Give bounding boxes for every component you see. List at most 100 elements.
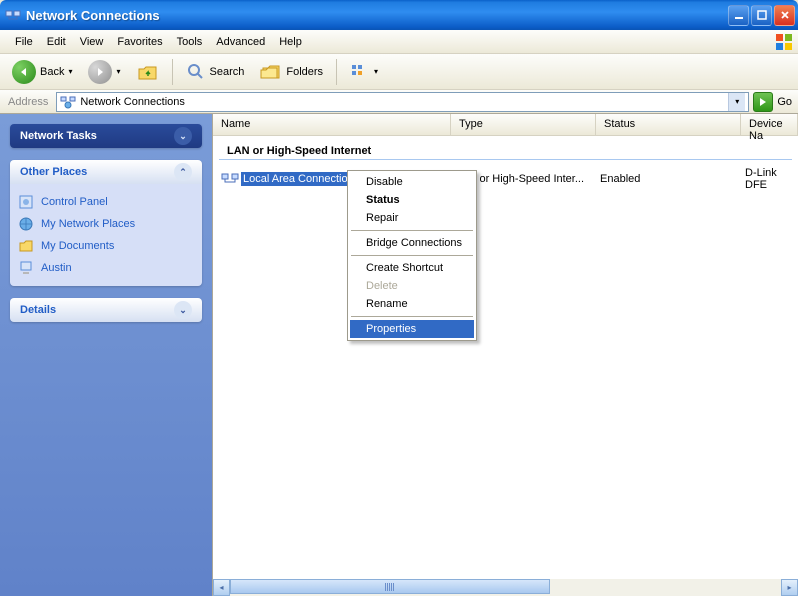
menu-item-properties[interactable]: Properties — [350, 320, 474, 338]
sidebar-link-control-panel[interactable]: Control Panel — [18, 194, 194, 210]
panel-details: Details ⌄ — [10, 298, 202, 322]
minimize-button[interactable] — [728, 5, 749, 26]
folder-icon — [18, 238, 34, 254]
main-content: Name Type Status Device Na LAN or High-S… — [212, 114, 798, 596]
chevron-down-icon: ⌄ — [174, 127, 192, 145]
column-device[interactable]: Device Na — [741, 114, 798, 135]
address-value: Network Connections — [80, 96, 185, 108]
panel-title: Details — [20, 304, 56, 316]
menu-file[interactable]: File — [8, 33, 40, 51]
back-label: Back — [40, 66, 64, 78]
column-status[interactable]: Status — [596, 114, 741, 135]
panel-title: Network Tasks — [20, 130, 97, 142]
menu-edit[interactable]: Edit — [40, 33, 73, 51]
views-button[interactable]: ▾ — [344, 59, 384, 85]
search-button[interactable]: Search — [180, 58, 251, 86]
link-label: Control Panel — [41, 196, 108, 208]
menu-advanced[interactable]: Advanced — [209, 33, 272, 51]
menu-item-bridge[interactable]: Bridge Connections — [350, 234, 474, 252]
menu-help[interactable]: Help — [272, 33, 309, 51]
separator — [336, 59, 337, 85]
address-dropdown-button[interactable]: ▾ — [728, 93, 745, 111]
menu-item-delete: Delete — [350, 277, 474, 295]
network-adapter-icon — [221, 171, 239, 187]
network-places-icon — [18, 216, 34, 232]
connection-status: Enabled — [600, 173, 745, 185]
forward-arrow-icon — [88, 60, 112, 84]
panel-title: Other Places — [20, 166, 87, 178]
go-label: Go — [777, 96, 794, 108]
menu-item-status[interactable]: Status — [350, 191, 474, 209]
window-title: Network Connections — [26, 8, 728, 23]
chevron-down-icon: ▾ — [68, 67, 72, 76]
menu-item-rename[interactable]: Rename — [350, 295, 474, 313]
menu-separator — [351, 230, 473, 231]
close-button[interactable] — [774, 5, 795, 26]
folders-button[interactable]: Folders — [254, 58, 329, 86]
menu-item-disable[interactable]: Disable — [350, 173, 474, 191]
titlebar: Network Connections — [0, 0, 798, 30]
panel-body: Control Panel My Network Places My Docum… — [10, 184, 202, 286]
connection-name: Local Area Connection — [241, 172, 356, 186]
up-button[interactable] — [131, 58, 165, 86]
folders-label: Folders — [286, 66, 323, 78]
scrollbar-track[interactable] — [230, 579, 781, 596]
sidebar-link-computer[interactable]: Austin — [18, 260, 194, 276]
back-arrow-icon — [12, 60, 36, 84]
panel-header[interactable]: Details ⌄ — [10, 298, 202, 322]
views-icon — [350, 63, 370, 81]
address-input[interactable]: Network Connections ▾ — [56, 92, 749, 112]
search-label: Search — [210, 66, 245, 78]
chevron-down-icon: ⌄ — [174, 301, 192, 319]
scroll-left-button[interactable]: ◂ — [213, 579, 230, 596]
control-panel-icon — [18, 194, 34, 210]
forward-button[interactable]: ▾ — [82, 56, 126, 88]
sidebar-link-my-documents[interactable]: My Documents — [18, 238, 194, 254]
maximize-button[interactable] — [751, 5, 772, 26]
group-title: LAN or High-Speed Internet — [219, 140, 792, 160]
menu-item-create-shortcut[interactable]: Create Shortcut — [350, 259, 474, 277]
folder-up-icon — [137, 62, 159, 82]
link-label: My Network Places — [41, 218, 135, 230]
panel-header[interactable]: Other Places ⌃ — [10, 160, 202, 184]
chevron-down-icon: ▾ — [374, 67, 378, 76]
panel-other-places: Other Places ⌃ Control Panel My Network … — [10, 160, 202, 286]
link-label: My Documents — [41, 240, 114, 252]
address-bar: Address Network Connections ▾ Go — [0, 90, 798, 114]
network-connections-icon — [5, 7, 21, 23]
context-menu: Disable Status Repair Bridge Connections… — [347, 170, 477, 341]
go-button[interactable] — [753, 92, 773, 112]
menu-favorites[interactable]: Favorites — [110, 33, 169, 51]
folders-icon — [260, 62, 282, 82]
chevron-down-icon: ▾ — [116, 67, 120, 76]
address-label: Address — [4, 96, 52, 108]
horizontal-scrollbar[interactable]: ◂ ▸ — [213, 579, 798, 596]
chevron-up-icon: ⌃ — [174, 163, 192, 181]
computer-icon — [18, 260, 34, 276]
separator — [172, 59, 173, 85]
menubar: File Edit View Favorites Tools Advanced … — [0, 30, 798, 54]
menu-tools[interactable]: Tools — [170, 33, 210, 51]
back-button[interactable]: Back ▾ — [6, 56, 78, 88]
column-name[interactable]: Name — [213, 114, 451, 135]
search-icon — [186, 62, 206, 82]
menu-separator — [351, 316, 473, 317]
menu-separator — [351, 255, 473, 256]
windows-flag-icon — [774, 32, 794, 52]
sidebar-link-network-places[interactable]: My Network Places — [18, 216, 194, 232]
panel-header[interactable]: Network Tasks ⌄ — [10, 124, 202, 148]
menu-item-repair[interactable]: Repair — [350, 209, 474, 227]
menu-view[interactable]: View — [73, 33, 111, 51]
panel-network-tasks: Network Tasks ⌄ — [10, 124, 202, 148]
link-label: Austin — [41, 262, 72, 274]
column-type[interactable]: Type — [451, 114, 596, 135]
scroll-right-button[interactable]: ▸ — [781, 579, 798, 596]
connection-device: D-Link DFE — [745, 167, 790, 191]
sidebar: Network Tasks ⌄ Other Places ⌃ Control P… — [0, 114, 212, 596]
toolbar: Back ▾ ▾ Search Folders ▾ — [0, 54, 798, 90]
network-connections-icon — [60, 94, 76, 110]
list-item[interactable]: Local Area Connection LAN or High-Speed … — [213, 166, 798, 192]
scrollbar-thumb[interactable] — [230, 579, 550, 594]
column-headers: Name Type Status Device Na — [213, 114, 798, 136]
window-buttons — [728, 5, 795, 26]
